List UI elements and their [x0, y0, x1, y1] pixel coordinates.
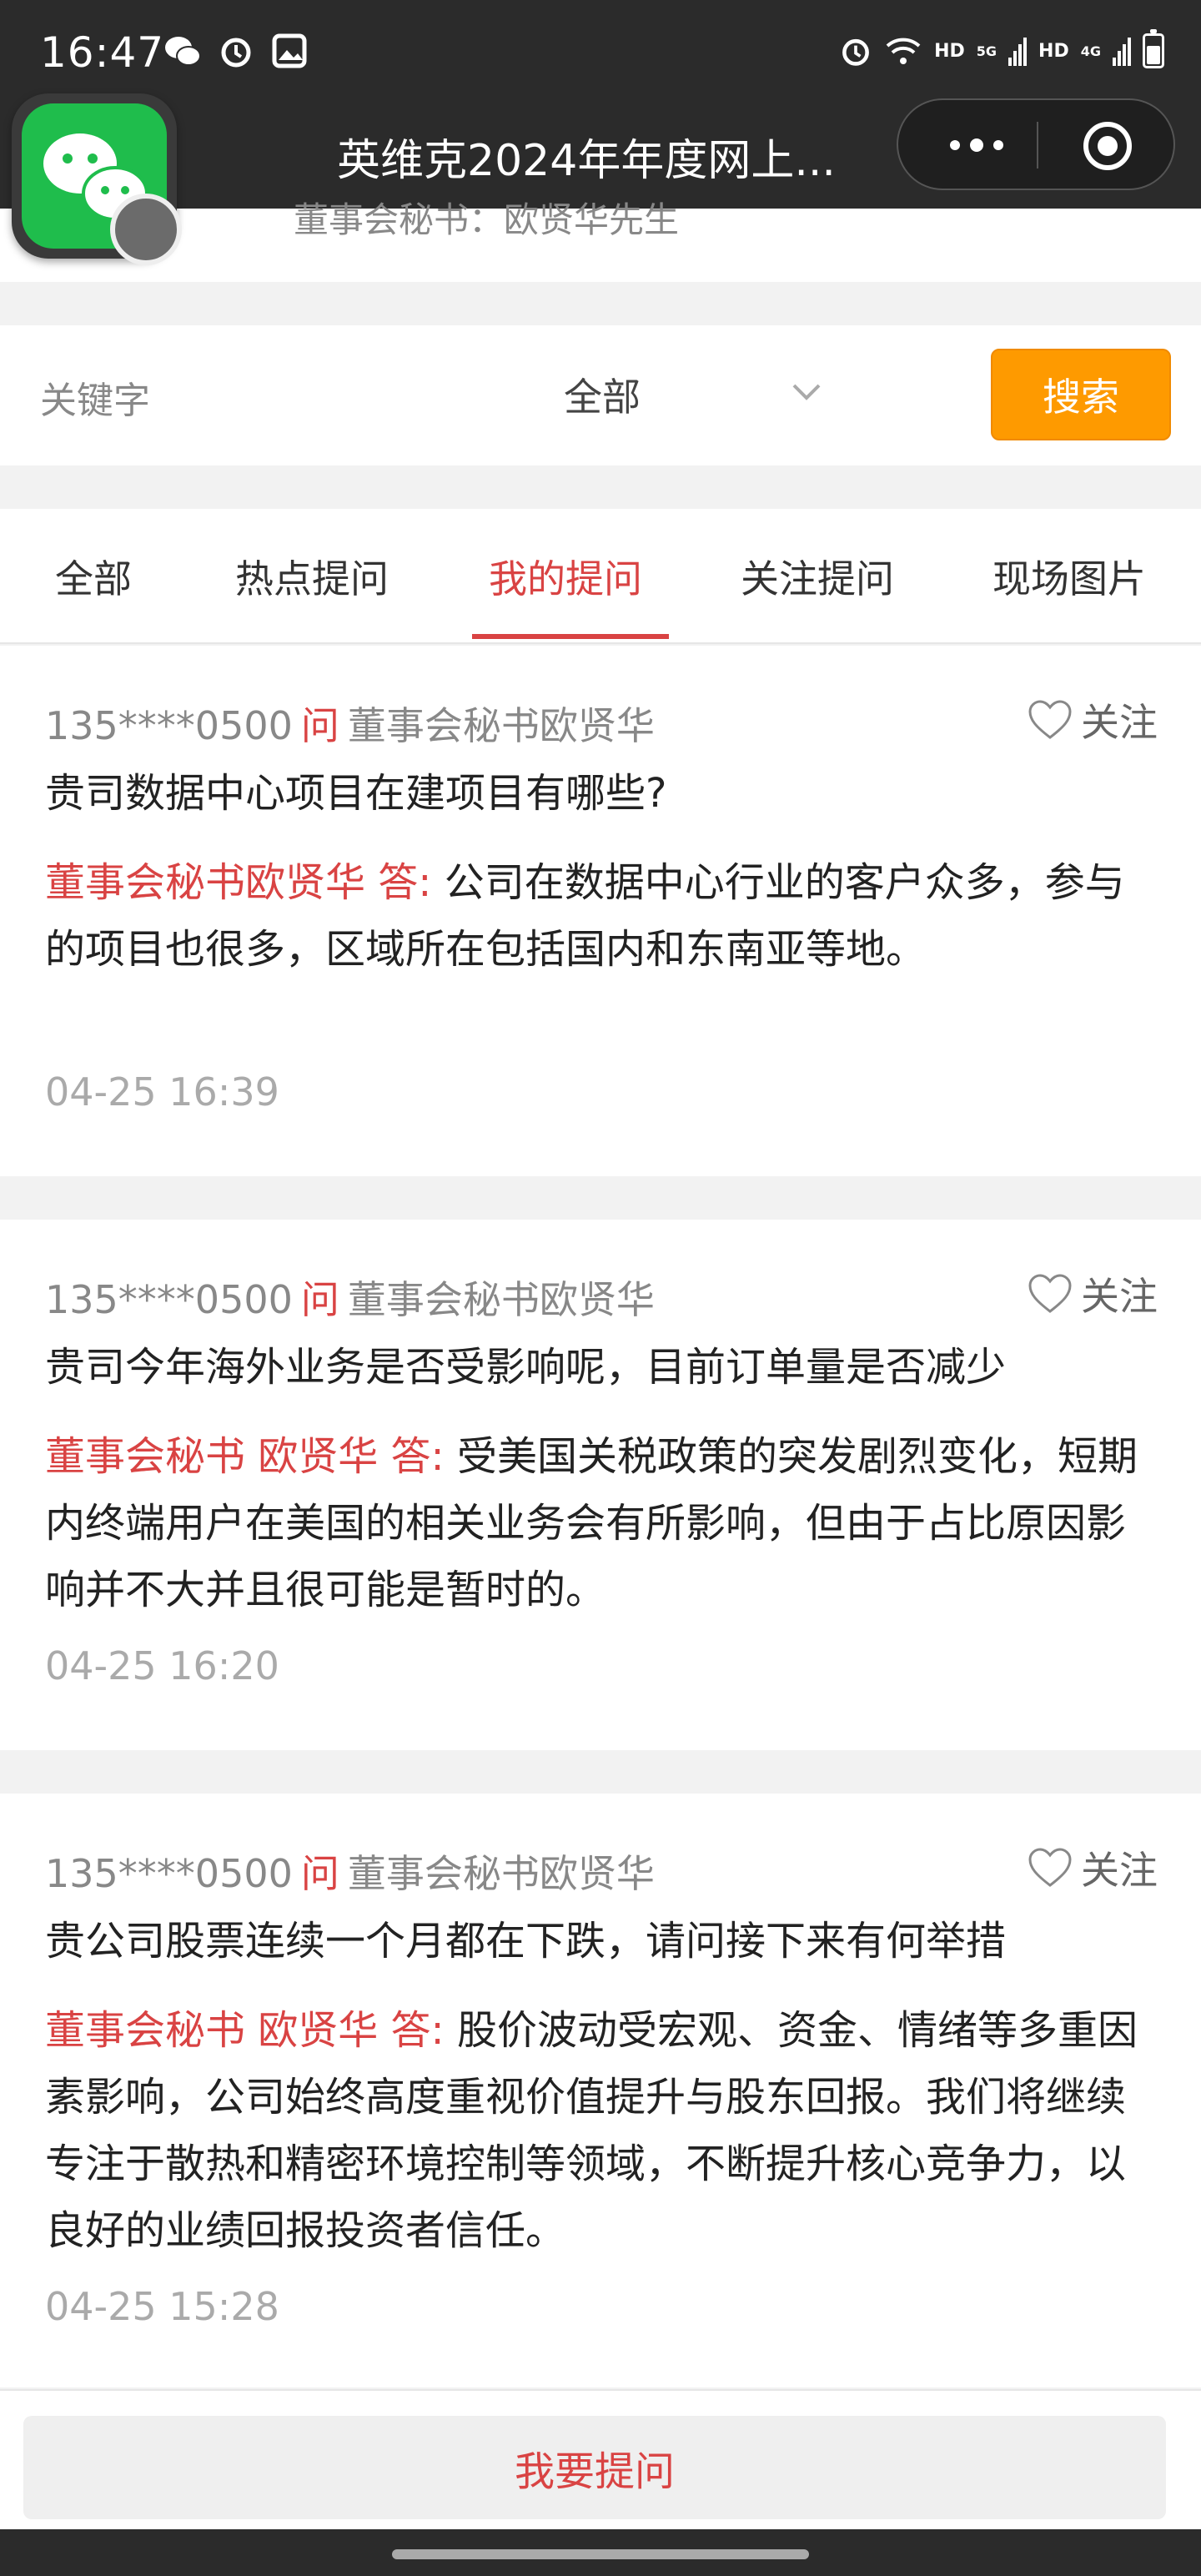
wechat-app-icon[interactable]	[12, 93, 182, 265]
question-text: 贵司数据中心项目在建项目有哪些?	[45, 770, 667, 817]
follow-label: 关注	[1081, 1848, 1158, 1893]
signal-icon-2	[1113, 38, 1131, 66]
bottom-action-bar: 我要提问	[0, 2389, 1201, 2529]
answer-block: 董事会秘书 欧贤华 答: 股价波动受宏观、资金、情绪等多重因素影响，公司始终高度…	[45, 1997, 1163, 2264]
more-dot-icon	[950, 140, 960, 150]
close-miniprogram-button[interactable]	[1083, 122, 1132, 170]
wifi-icon	[886, 38, 921, 64]
search-button[interactable]: 搜索	[991, 349, 1171, 440]
heart-icon	[1028, 1274, 1072, 1313]
home-indicator[interactable]	[392, 2549, 809, 2559]
qa-header: 135****0500 问董事会秘书欧贤华	[45, 696, 655, 751]
timestamp: 04-25 15:28	[45, 2284, 279, 2329]
alarm-notification-icon	[217, 32, 255, 70]
search-bar: 关键字 全部 搜索	[0, 325, 1201, 465]
asker-id: 135****0500	[45, 703, 293, 748]
heart-icon	[1028, 1848, 1072, 1887]
tab-followed-questions[interactable]: 关注提问	[741, 549, 894, 604]
miniprogram-capsule	[897, 98, 1175, 190]
active-tab-indicator	[472, 634, 669, 639]
4g-label: 4G	[1080, 43, 1101, 59]
follow-label: 关注	[1081, 1274, 1158, 1319]
answer-block: 董事会秘书 欧贤华 答: 受美国关税政策的突发剧烈变化，短期内终端用户在美国的相…	[45, 1423, 1163, 1623]
list-item: 135****0500 问董事会秘书欧贤华 关注 贵公司股票连续一个月都在下跌，请…	[0, 1794, 1201, 2387]
qa-header: 135****0500 问董事会秘书欧贤华	[45, 1844, 655, 1899]
follow-button[interactable]: 关注	[1028, 1840, 1158, 1895]
follow-button[interactable]: 关注	[1028, 692, 1158, 747]
clock: 16:47	[40, 28, 165, 77]
tab-all[interactable]: 全部	[55, 549, 132, 604]
answer-block: 董事会秘书欧贤华 答: 公司在数据中心行业的客户众多，参与的项目也很多，区域所在…	[45, 849, 1163, 983]
battery-icon	[1143, 29, 1164, 68]
notification-icons	[163, 32, 309, 70]
ask-marker: 问	[300, 703, 339, 748]
heart-icon	[1028, 700, 1072, 739]
5g-label: 5G	[976, 43, 997, 59]
follow-label: 关注	[1081, 700, 1158, 745]
list-item: 135****0500 问董事会秘书欧贤华 关注 贵司今年海外业务是否受影响呢，目…	[0, 1220, 1201, 1750]
answerer: 董事会秘书 欧贤华 答:	[45, 1433, 445, 1480]
answerer: 董事会秘书 欧贤华 答:	[45, 2007, 445, 2054]
status-bar: 16:47 HD 5G HD 4G	[0, 0, 1201, 108]
image-notification-icon	[270, 32, 309, 70]
asker-id: 135****0500	[45, 1851, 293, 1896]
alarm-icon	[842, 38, 870, 66]
avatar-badge-icon	[110, 194, 182, 265]
chevron-down-icon[interactable]	[791, 375, 822, 407]
category-select[interactable]: 全部	[564, 367, 641, 422]
qa-header: 135****0500 问董事会秘书欧贤华	[45, 1270, 655, 1325]
follow-button[interactable]: 关注	[1028, 1266, 1158, 1321]
secretary-info: 董事会秘书：欧贤华先生	[294, 199, 680, 240]
ask-marker: 问	[300, 1277, 339, 1322]
list-item: 135****0500 问董事会秘书欧贤华 关注 贵司数据中心项目在建项目有哪些?…	[0, 646, 1201, 1176]
signal-icon	[1008, 38, 1028, 66]
more-dot-icon	[993, 140, 1003, 150]
tab-onsite-photos[interactable]: 现场图片	[992, 549, 1146, 604]
tab-my-questions[interactable]: 我的提问	[489, 549, 642, 604]
capsule-divider	[1037, 122, 1038, 169]
ask-question-button[interactable]: 我要提问	[23, 2416, 1166, 2519]
question-text: 贵公司股票连续一个月都在下跌，请问接下来有何举措	[45, 1918, 1007, 1965]
timestamp: 04-25 16:39	[45, 1069, 279, 1114]
timestamp: 04-25 16:20	[45, 1643, 279, 1688]
tab-bar: 全部 热点提问 我的提问 关注提问 现场图片	[0, 509, 1201, 644]
answerer: 董事会秘书欧贤华 答:	[45, 859, 432, 906]
asker-id: 135****0500	[45, 1277, 293, 1322]
tab-hot-questions[interactable]: 热点提问	[235, 549, 389, 604]
ask-marker: 问	[300, 1851, 339, 1896]
hd-label-2: HD	[1038, 40, 1069, 62]
more-dot-icon	[970, 138, 983, 152]
addressee: 董事会秘书欧贤华	[347, 1851, 655, 1896]
wechat-notification-icon	[163, 32, 202, 70]
addressee: 董事会秘书欧贤华	[347, 1277, 655, 1322]
system-nav-bar	[0, 2529, 1201, 2576]
question-text: 贵司今年海外业务是否受影响呢，目前订单量是否减少	[45, 1344, 1007, 1391]
keyword-input[interactable]: 关键字	[40, 370, 150, 424]
system-icons: HD 5G HD 4G	[839, 29, 1164, 68]
more-button[interactable]	[935, 122, 1018, 169]
hd-label: HD	[934, 40, 965, 62]
addressee: 董事会秘书欧贤华	[347, 703, 655, 748]
page-title: 英维克2024年年度网上...	[337, 136, 836, 186]
